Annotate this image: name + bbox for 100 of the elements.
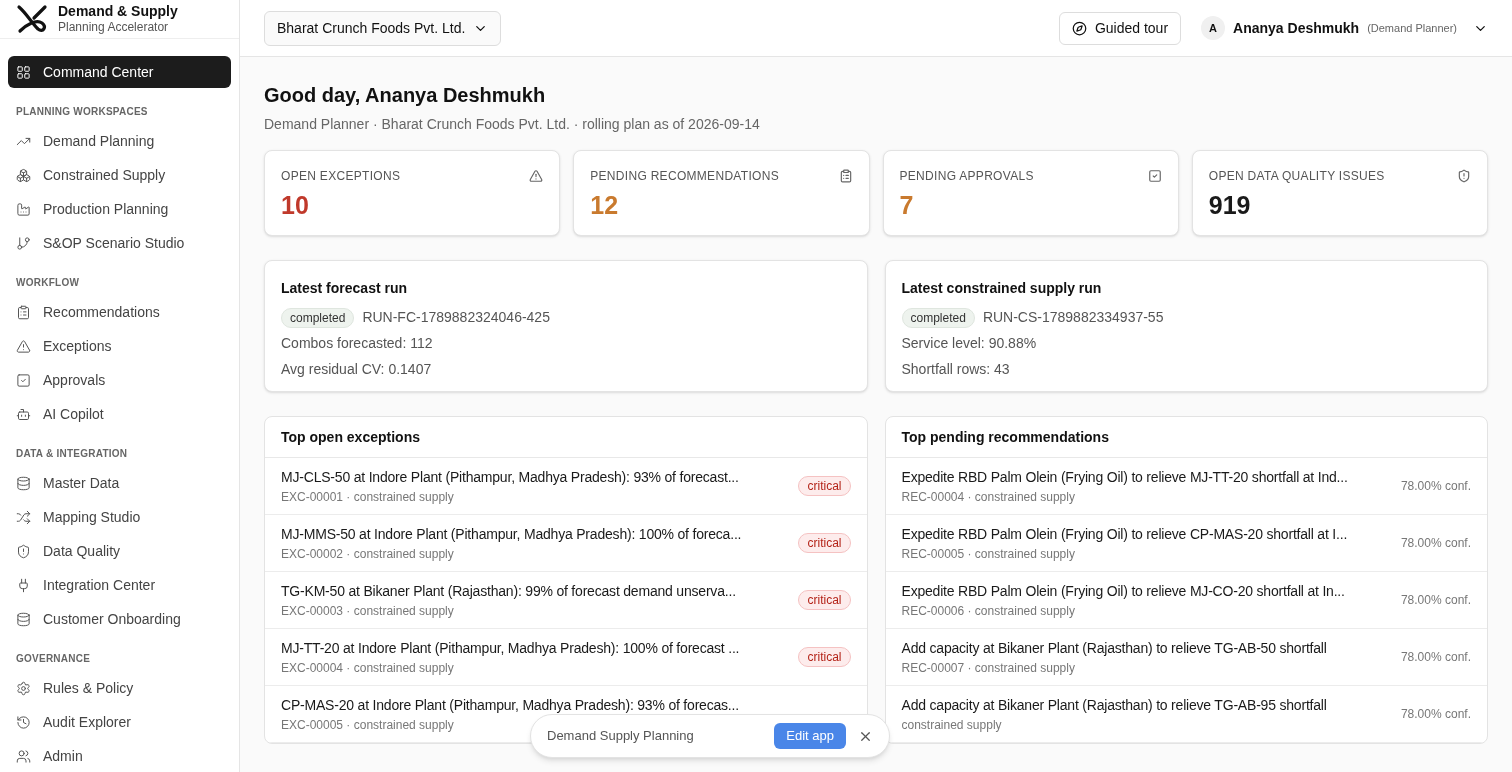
card-title: Top open exceptions	[265, 417, 867, 458]
nav-item[interactable]: Production Planning	[8, 193, 231, 225]
nav-item[interactable]: Mapping Studio	[8, 501, 231, 533]
card-title: Latest forecast run	[281, 279, 409, 298]
row-meta: constrained supply	[901, 716, 1003, 734]
nav-icon	[16, 680, 31, 696]
nav-icon	[16, 64, 31, 80]
list-row[interactable]: Expedite RBD Palm Olein (Frying Oil) to relieve MJ-TT-20 shortfall at Ind... REC-00004 · constrained supply 78.00% conf.	[885, 458, 1487, 515]
list-row[interactable]: MJ-TT-20 at Indore Plant (Pithampur, Madhya Pradesh): 100% of forecast ... EXC-00004 · constrained supply critical	[265, 629, 867, 686]
app-name: Demand Supply Planning	[547, 727, 695, 746]
nav-item[interactable]: Rules & Policy	[8, 672, 231, 704]
nav-icon	[16, 372, 31, 388]
nav-icon	[16, 577, 31, 593]
stat-value: 12	[590, 190, 620, 221]
nav-icon	[16, 235, 31, 251]
section-label: PLANNING WORKSPACES	[15, 105, 149, 119]
nav-item[interactable]: S&OP Scenario Studio	[8, 227, 231, 259]
stat-label: PENDING RECOMMENDATIONS	[590, 168, 779, 185]
list-row[interactable]: Expedite RBD Palm Olein (Frying Oil) to relieve MJ-CO-20 shortfall at In... REC-00006 · constrained supply 78.00% conf.	[885, 572, 1487, 629]
list-row[interactable]: Expedite RBD Palm Olein (Frying Oil) to relieve CP-MAS-20 shortfall at I... REC-00005 · constrained supply 78.00% conf.	[885, 515, 1487, 572]
run-id: RUN-CS-1789882334937-55	[982, 308, 1164, 327]
confidence: 78.00% conf.	[1400, 649, 1471, 666]
avatar: A	[1201, 16, 1226, 40]
severity-badge: critical	[798, 647, 851, 667]
nav-item[interactable]: Admin	[8, 740, 231, 772]
stat-value: 7	[899, 190, 915, 221]
run-detail: Shortfall rows: 43	[901, 360, 1011, 379]
run-id: RUN-FC-1789882324046-425	[362, 308, 550, 327]
brand-title: Demand & Supply	[58, 2, 178, 21]
company-select[interactable]: Bharat Crunch Foods Pvt. Ltd.	[264, 10, 502, 46]
brand-subtitle: Planning Accelerator	[58, 20, 170, 36]
row-title: MJ-TT-20 at Indore Plant (Pithampur, Madhya Pradesh): 100% of forecast ...	[281, 638, 741, 658]
greeting-title: Good day, Ananya Deshmukh	[264, 83, 547, 108]
row-title: Add capacity at Bikaner Plant (Rajasthan) to relieve TG-AB-50 shortfall	[901, 638, 1328, 658]
status-badge: completed	[281, 307, 355, 328]
row-title: Expedite RBD Palm Olein (Frying Oil) to relieve CP-MAS-20 shortfall at I...	[901, 524, 1349, 544]
row-meta: EXC-00002 · constrained supply	[281, 545, 455, 563]
row-meta: EXC-00004 · constrained supply	[281, 659, 455, 677]
stat-icon	[838, 169, 853, 183]
nav-item[interactable]: Recommendations	[8, 296, 231, 328]
row-meta: EXC-00005 · constrained supply	[281, 716, 455, 734]
user-role: (Demand Planner)	[1367, 20, 1457, 36]
user-menu[interactable]: A Ananya Deshmukh (Demand Planner)	[1201, 16, 1488, 40]
nav-item[interactable]: Demand Planning	[8, 125, 231, 157]
nav-icon	[16, 475, 31, 491]
nav-icon	[16, 714, 31, 730]
row-meta: EXC-00003 · constrained supply	[281, 602, 455, 620]
row-title: CP-MAS-20 at Indore Plant (Pithampur, Madhya Pradesh): 93% of forecas...	[281, 695, 740, 715]
stat-icon	[1147, 169, 1162, 183]
list-row[interactable]: TG-KM-50 at Bikaner Plant (Rajasthan): 99% of forecast demand unserva... EXC-00003 · constrained supply critical	[265, 572, 867, 629]
nav-item[interactable]: Approvals	[8, 364, 231, 396]
card-title: Top pending recommendations	[885, 417, 1487, 458]
nav-icon	[16, 748, 31, 764]
nav-item[interactable]: Master Data	[8, 467, 231, 499]
compass-icon	[1071, 20, 1087, 36]
logo-icon	[16, 3, 48, 35]
confidence: 78.00% conf.	[1400, 478, 1471, 495]
severity-badge: critical	[798, 533, 851, 553]
status-badge: completed	[901, 307, 975, 328]
row-meta: REC-00007 · constrained supply	[901, 659, 1076, 677]
section-label: GOVERNANCE	[15, 652, 92, 666]
nav-item[interactable]: Data Quality	[8, 535, 231, 567]
guided-tour-button[interactable]: Guided tour	[1058, 11, 1182, 45]
section-label: WORKFLOW	[15, 276, 81, 290]
stat-label: OPEN EXCEPTIONS	[281, 168, 401, 185]
nav-icon	[16, 406, 31, 422]
confidence: 78.00% conf.	[1400, 706, 1471, 723]
nav-item[interactable]: Exceptions	[8, 330, 231, 362]
stat-icon	[1457, 169, 1471, 183]
row-meta: REC-00005 · constrained supply	[901, 545, 1076, 563]
list-row[interactable]: MJ-MMS-50 at Indore Plant (Pithampur, Madhya Pradesh): 100% of foreca... EXC-00002 · constrained supply critical	[265, 515, 867, 572]
nav-item[interactable]: Integration Center	[8, 569, 231, 601]
nav-item[interactable]: Customer Onboarding	[8, 603, 231, 635]
stat-icon	[529, 169, 544, 183]
nav-item[interactable]: Audit Explorer	[8, 706, 231, 738]
stat-label: OPEN DATA QUALITY ISSUES	[1208, 168, 1385, 185]
row-title: MJ-CLS-50 at Indore Plant (Pithampur, Madhya Pradesh): 93% of forecast...	[281, 467, 740, 487]
nav-item[interactable]: Constrained Supply	[8, 159, 231, 191]
stat-value: 919	[1208, 190, 1252, 221]
confidence: 78.00% conf.	[1400, 535, 1471, 552]
edit-app-button[interactable]: Edit app	[774, 723, 846, 749]
nav-icon	[16, 611, 31, 627]
row-meta: REC-00004 · constrained supply	[901, 488, 1076, 506]
run-detail: Avg residual CV: 0.1407	[281, 360, 433, 379]
row-title: Expedite RBD Palm Olein (Frying Oil) to relieve MJ-TT-20 shortfall at Ind...	[901, 467, 1349, 487]
severity-badge: critical	[798, 590, 851, 610]
row-title: Add capacity at Bikaner Plant (Rajasthan) to relieve TG-AB-95 shortfall	[901, 695, 1328, 715]
stat-label: PENDING APPROVALS	[899, 168, 1034, 185]
nav-item[interactable]: Command Center	[8, 56, 231, 88]
run-detail: Combos forecasted: 112	[281, 334, 434, 353]
list-row[interactable]: MJ-CLS-50 at Indore Plant (Pithampur, Madhya Pradesh): 93% of forecast... EXC-00001 · constrained supply critical	[265, 458, 867, 515]
row-title: MJ-MMS-50 at Indore Plant (Pithampur, Madhya Pradesh): 100% of foreca...	[281, 524, 743, 544]
list-row[interactable]: Add capacity at Bikaner Plant (Rajasthan) to relieve TG-AB-50 shortfall REC-00007 · constrained supply 78.00% conf.	[885, 629, 1487, 686]
nav-icon	[16, 167, 31, 183]
row-title: TG-KM-50 at Bikaner Plant (Rajasthan): 99% of forecast demand unserva...	[281, 581, 737, 601]
nav-icon	[16, 509, 31, 525]
run-detail: Service level: 90.88%	[901, 334, 1038, 353]
user-name: Ananya Deshmukh	[1233, 18, 1360, 38]
nav-icon	[16, 304, 31, 320]
nav-item[interactable]: AI Copilot	[8, 398, 231, 430]
